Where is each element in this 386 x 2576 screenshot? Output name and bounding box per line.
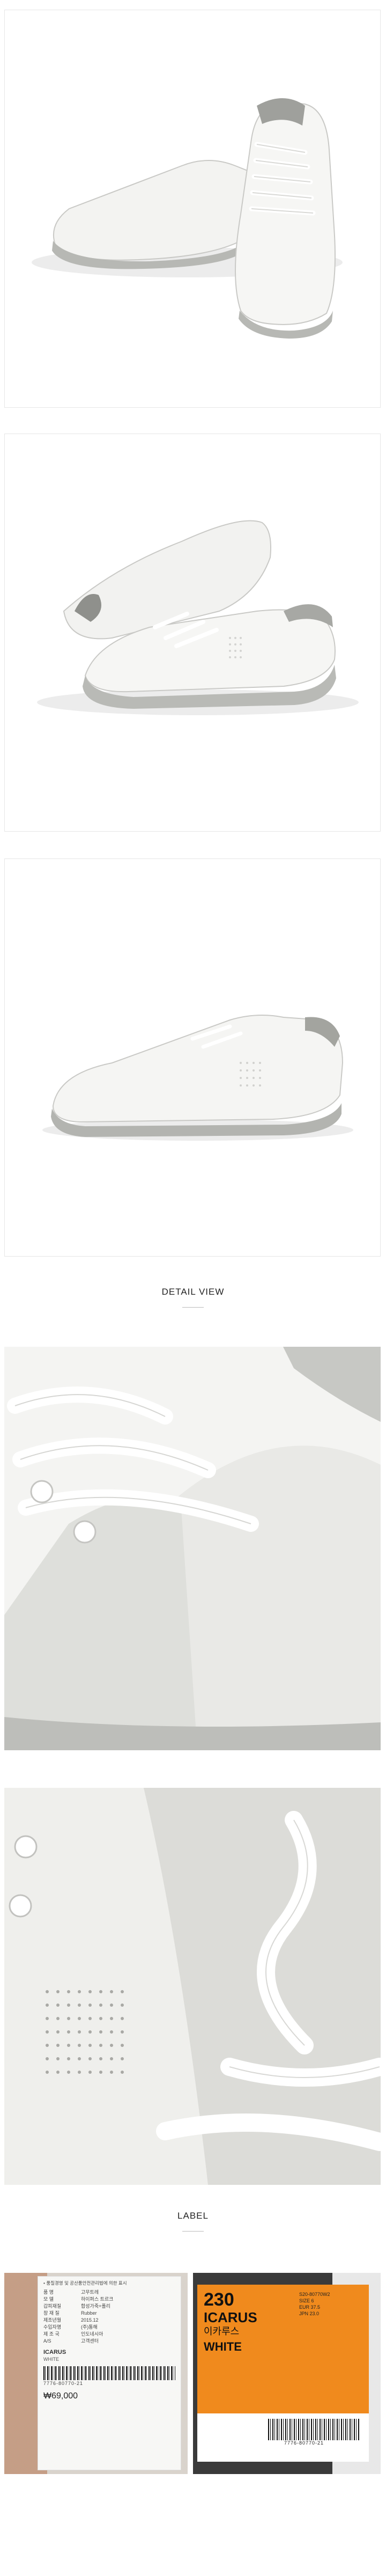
tag-spec-value: 2015.12 xyxy=(81,2317,99,2323)
label-divider xyxy=(182,2231,204,2232)
tag-model: ICARUS xyxy=(43,2349,66,2355)
product-photo-side-view xyxy=(4,858,381,1257)
tag-spec-row: 품 명 고무트레 xyxy=(43,2289,175,2296)
tag-spec-key: 제 조 국 xyxy=(43,2331,60,2337)
white-barcode-strip: 7776-80770-21 xyxy=(197,2413,369,2462)
tag-spec-value: Rubber xyxy=(81,2310,97,2316)
box-barcode xyxy=(268,2419,359,2440)
tag-spec-value: (주)통해 xyxy=(81,2324,98,2330)
label-section-title: LABEL xyxy=(177,2211,209,2221)
tag-spec-row: 제조년월 2015.12 xyxy=(43,2317,175,2324)
label-small-info: S20-80770W2 SIZE 6 EUR 37.5 JPN 23.0 xyxy=(299,2291,330,2317)
label-name-en: ICARUS xyxy=(204,2309,257,2325)
care-tag: • 품질경영 및 공산품안전관리법에 의한 표시 품 명 고무트레모 델 하이퍼스 … xyxy=(38,2276,181,2470)
tag-spec-row: 창 재 질 Rubber xyxy=(43,2310,175,2317)
tag-spec-row: 갑피재질 합성가죽+폴리 xyxy=(43,2303,175,2310)
tag-spec-row: 모 델 하이퍼스 트르크 xyxy=(43,2296,175,2303)
tag-spec-row: 수입자명 (주)통해 xyxy=(43,2324,175,2331)
detail-view-title: DETAIL VIEW xyxy=(161,1287,225,1297)
tag-spec-key: 제조년월 xyxy=(43,2317,62,2323)
price-tag-photo: • 품질경영 및 공산품안전관리법에 의한 표시 품 명 고무트레모 델 하이퍼스 … xyxy=(4,2273,188,2474)
tag-spec-value: 합성가죽+폴리 xyxy=(81,2303,110,2309)
tag-spec-row: 제 조 국 인도네시아 xyxy=(43,2331,175,2338)
detail-photo-laces xyxy=(4,1347,381,1750)
label-small-line: JPN 23.0 xyxy=(299,2311,320,2316)
product-photo-top-view xyxy=(4,10,381,408)
detail-view-divider xyxy=(182,1307,204,1308)
tag-price: ₩69,000 xyxy=(43,2391,78,2401)
label-name-kr: 이카루스 xyxy=(204,2326,240,2337)
label-small-line: SIZE 6 xyxy=(299,2298,314,2303)
label-small-line: S20-80770W2 xyxy=(299,2292,330,2297)
box-barcode-number: 7776-80770-21 xyxy=(284,2440,324,2446)
tag-spec-key: 모 델 xyxy=(43,2296,54,2302)
tag-barcode-number: 7776-80770-21 xyxy=(43,2381,84,2386)
tag-color: WHITE xyxy=(43,2357,59,2362)
tag-spec-key: 수입자명 xyxy=(43,2324,62,2330)
detail-photo-perforation xyxy=(4,1788,381,2185)
tag-spec-key: 창 재 질 xyxy=(43,2310,60,2316)
tag-spec-key: A/S xyxy=(43,2338,51,2344)
tag-spec-key: 품 명 xyxy=(43,2289,54,2295)
tag-spec-value: 하이퍼스 트르크 xyxy=(81,2296,114,2302)
orange-label: 230 ICARUS 이카루스 WHITE S20-80770W2 SIZE 6 E… xyxy=(197,2285,369,2413)
barcode xyxy=(43,2366,175,2380)
product-photo-pair-side xyxy=(4,434,381,832)
box-label-photo: 230 ICARUS 이카루스 WHITE S20-80770W2 SIZE 6 E… xyxy=(193,2273,381,2474)
label-small-line: EUR 37.5 xyxy=(299,2305,321,2310)
tag-spec-value: 고객센터 xyxy=(81,2338,99,2344)
tag-header: • 품질경영 및 공산품안전관리법에 의한 표시 xyxy=(43,2280,127,2286)
label-size: 230 xyxy=(204,2289,234,2310)
tag-spec-row: A/S 고객센터 xyxy=(43,2338,175,2345)
tag-spec-list: 품 명 고무트레모 델 하이퍼스 트르크갑피재질 합성가죽+폴리창 재 질 Rubber… xyxy=(43,2289,175,2345)
tag-spec-key: 갑피재질 xyxy=(43,2303,62,2309)
label-color: WHITE xyxy=(204,2340,242,2353)
tag-spec-value: 인도네시아 xyxy=(81,2331,103,2337)
tag-spec-value: 고무트레 xyxy=(81,2289,99,2295)
